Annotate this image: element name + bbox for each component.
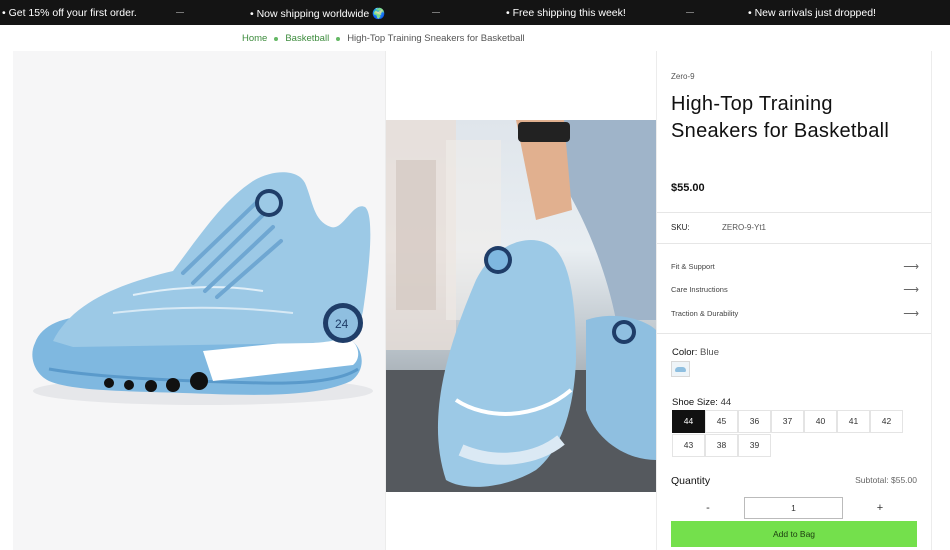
announcement-message: • Free shipping this week! [506,7,626,19]
accordion-label: Fit & Support [671,261,715,271]
product-price: $55.00 [671,182,705,194]
breadcrumb-category-link[interactable]: Basketball [285,33,329,44]
size-option-37[interactable]: 37 [771,410,804,433]
add-to-bag-button[interactable]: Add to Bag [671,521,917,547]
quantity-input[interactable]: 1 [744,497,843,519]
shoe-thumbnail-icon [675,367,686,372]
size-option-43[interactable]: 43 [672,434,705,457]
size-option-44[interactable]: 44 [672,410,705,433]
announcement-separator [432,12,440,13]
size-option-label: Shoe Size: 44 [672,397,731,408]
product-brand: Zero-9 [671,72,695,81]
breadcrumb-separator [336,36,341,41]
sneaker-on-foot-illustration [386,120,656,492]
breadcrumb-home-link[interactable]: Home [242,33,267,44]
color-option-label: Color: Blue [672,347,719,358]
svg-text:24: 24 [335,317,349,331]
quantity-decrease-button[interactable]: - [671,497,745,519]
color-swatch-blue[interactable] [671,361,690,377]
product-image-on-foot[interactable] [386,120,656,492]
accordion-fit-support[interactable]: Fit & Support ⟶ [671,259,919,273]
announcement-separator [686,12,694,13]
accordion-label: Care Instructions [671,284,728,294]
quantity-increase-button[interactable]: + [843,497,917,519]
size-value: 44 [720,397,732,408]
size-option-38[interactable]: 38 [705,434,738,457]
divider [657,333,931,334]
product-image-side-view[interactable]: 24 [13,51,386,550]
announcement-message: • New arrivals just dropped! [748,7,876,19]
arrow-right-icon: ⟶ [903,283,919,296]
size-option-40[interactable]: 40 [804,410,837,433]
divider [657,243,931,244]
announcement-message: • Now shipping worldwide 🌍 [250,8,386,20]
accordion-traction-durability[interactable]: Traction & Durability ⟶ [671,306,919,320]
sku-value: ZERO-9-Yt1 [722,223,767,232]
size-option-39[interactable]: 39 [738,434,771,457]
size-option-42[interactable]: 42 [870,410,903,433]
announcement-separator [176,12,184,13]
breadcrumb-current: High-Top Training Sneakers for Basketbal… [347,33,525,44]
sneaker-side-illustration: 24 [32,172,373,405]
accordion-care-instructions[interactable]: Care Instructions ⟶ [671,282,919,296]
divider [657,212,931,213]
color-label: Color: [672,347,698,358]
sku-label: SKU: [671,223,690,232]
announcement-bar: • Get 15% off your first order. • Now sh… [0,0,950,25]
announcement-message: • Get 15% off your first order. [2,7,137,19]
subtotal: Subtotal: $55.00 [855,475,917,485]
arrow-right-icon: ⟶ [903,260,919,273]
size-option-45[interactable]: 45 [705,410,738,433]
size-option-36[interactable]: 36 [738,410,771,433]
product-title: High-Top Training Sneakers for Basketbal… [671,93,890,142]
arrow-right-icon: ⟶ [903,307,919,320]
size-option-41[interactable]: 41 [837,410,870,433]
accordion-label: Traction & Durability [671,308,739,318]
breadcrumb: Home Basketball High-Top Training Sneake… [242,33,525,44]
size-label: Shoe Size: [672,397,718,408]
quantity-label: Quantity [671,475,711,487]
color-value: Blue [699,347,719,358]
breadcrumb-separator [274,36,279,41]
